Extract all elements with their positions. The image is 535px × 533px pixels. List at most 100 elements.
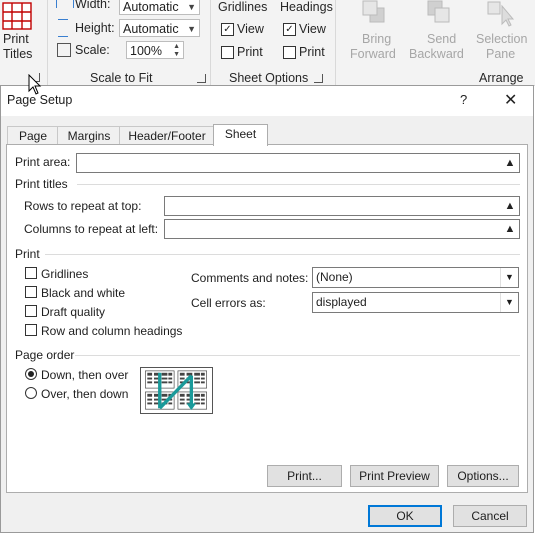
page-order-preview-image	[140, 367, 213, 414]
send-backward-label-2: Backward	[409, 47, 464, 61]
page-order-section-label: Page order	[15, 348, 75, 362]
draft-quality-checkbox-label[interactable]: Draft quality	[41, 305, 105, 319]
height-select[interactable]: Automatic ▼	[119, 19, 200, 37]
bring-forward-button[interactable]: Bring Forward	[345, 0, 405, 66]
options-button[interactable]: Options...	[447, 465, 519, 487]
ribbon-separator	[335, 0, 336, 85]
ok-button[interactable]: OK	[368, 505, 442, 527]
cell-errors-label: Cell errors as:	[191, 296, 266, 310]
cols-repeat-input[interactable]: ▲	[164, 219, 520, 239]
cell-errors-select[interactable]: displayed ▼	[312, 292, 519, 313]
collapse-dialog-icon[interactable]: ▲	[503, 222, 517, 236]
tab-page[interactable]: Page	[7, 126, 59, 145]
send-backward-button[interactable]: Send Backward	[407, 0, 472, 66]
mouse-cursor-icon	[28, 74, 42, 95]
print-titles-label-1: Print	[3, 32, 29, 46]
rows-repeat-label: Rows to repeat at top:	[24, 199, 142, 213]
gridlines-checkbox[interactable]	[25, 267, 37, 279]
row-col-headings-checkbox-label[interactable]: Row and column headings	[41, 324, 182, 338]
headings-view-label: View	[299, 22, 326, 36]
section-divider	[77, 184, 520, 185]
chevron-down-icon: ▼	[500, 268, 518, 287]
gridlines-view-checkbox[interactable]: ✓	[221, 23, 234, 36]
cell-errors-value: displayed	[316, 295, 367, 309]
scale-value: 100%	[130, 44, 162, 58]
comments-label: Comments and notes:	[191, 271, 309, 285]
width-select[interactable]: Automatic ▼	[119, 0, 200, 15]
selection-pane-button[interactable]: Selection Pane	[474, 0, 532, 66]
headings-view-checkbox[interactable]: ✓	[283, 23, 296, 36]
tab-header-footer[interactable]: Header/Footer	[119, 126, 215, 145]
ribbon-separator	[47, 0, 48, 85]
scale-to-fit-launcher-icon[interactable]	[197, 74, 206, 83]
print-button[interactable]: Print...	[267, 465, 342, 487]
collapse-dialog-icon[interactable]: ▲	[503, 199, 517, 213]
black-white-checkbox[interactable]	[25, 286, 37, 298]
tab-margins[interactable]: Margins	[57, 126, 121, 145]
print-section-label: Print	[15, 247, 40, 261]
gridlines-header: Gridlines	[218, 0, 268, 14]
print-area-input[interactable]: ▲	[76, 153, 520, 173]
chevron-down-icon: ▼	[187, 24, 196, 34]
print-area-label: Print area:	[15, 155, 71, 169]
cols-repeat-label: Columns to repeat at left:	[24, 222, 159, 236]
help-button[interactable]: ?	[460, 92, 467, 107]
down-then-over-radio[interactable]	[25, 368, 37, 380]
sheet-tab-panel: Print area: ▲ Print titles Rows to repea…	[6, 144, 528, 493]
width-label: Width:	[75, 0, 111, 11]
selection-pane-label-2: Pane	[486, 47, 516, 61]
headings-header: Headings	[280, 0, 333, 14]
row-col-headings-checkbox[interactable]	[25, 324, 37, 336]
gridlines-print-label: Print	[237, 45, 263, 59]
close-icon[interactable]: ✕	[504, 90, 517, 110]
sheet-options-launcher-icon[interactable]	[314, 74, 323, 83]
headings-print-label: Print	[299, 45, 325, 59]
selection-pane-icon	[487, 1, 515, 27]
dialog-titlebar[interactable]: Page Setup ? ✕	[1, 86, 533, 116]
section-divider	[75, 355, 520, 356]
rows-repeat-input[interactable]: ▲	[164, 196, 520, 216]
chevron-down-icon: ▼	[187, 2, 196, 12]
sheet-options-group-label: Sheet Options	[229, 71, 309, 85]
chevron-down-icon: ▼	[500, 293, 518, 312]
width-value: Automatic	[123, 0, 179, 14]
height-value: Automatic	[123, 22, 179, 36]
gridlines-checkbox-label[interactable]: Gridlines	[41, 267, 88, 281]
collapse-dialog-icon[interactable]: ▲	[503, 156, 517, 170]
scale-spinner[interactable]: 100% ▲ ▼	[126, 41, 184, 59]
bring-forward-icon	[362, 0, 385, 23]
bring-forward-label-1: Bring	[362, 32, 392, 46]
send-backward-label-1: Send	[427, 32, 457, 46]
draft-quality-checkbox[interactable]	[25, 305, 37, 317]
scale-label: Scale:	[75, 43, 110, 57]
print-titles-button[interactable]: Print Titles	[0, 0, 40, 72]
scale-icon	[57, 43, 71, 57]
over-then-down-radio[interactable]	[25, 387, 37, 399]
down-then-over-label[interactable]: Down, then over	[41, 368, 128, 382]
height-label: Height:	[75, 21, 115, 35]
headings-print-checkbox[interactable]	[283, 46, 296, 59]
send-backward-icon	[427, 0, 450, 23]
over-then-down-label[interactable]: Over, then down	[41, 387, 128, 401]
print-preview-button[interactable]: Print Preview	[350, 465, 439, 487]
scale-to-fit-group-label: Scale to Fit	[90, 71, 153, 85]
black-white-checkbox-label[interactable]: Black and white	[41, 286, 125, 300]
print-titles-icon	[2, 2, 32, 30]
comments-select[interactable]: (None) ▼	[312, 267, 519, 288]
selection-pane-label-1: Selection	[476, 32, 528, 46]
tab-sheet[interactable]: Sheet	[213, 124, 268, 146]
ribbon: Print Titles Width: Automatic ▼ Height: …	[0, 0, 535, 95]
ribbon-separator	[210, 0, 211, 85]
comments-value: (None)	[316, 270, 353, 284]
arrange-group-label: Arrange	[479, 71, 524, 85]
page-setup-dialog: Page Setup ? ✕ Page Margins Header/Foote…	[0, 85, 534, 533]
height-icon	[58, 19, 68, 37]
gridlines-view-label: View	[237, 22, 264, 36]
section-divider	[45, 254, 520, 255]
spinner-arrows-icon[interactable]: ▲ ▼	[173, 43, 180, 59]
cancel-button[interactable]: Cancel	[453, 505, 527, 527]
width-icon	[56, 0, 74, 8]
gridlines-print-checkbox[interactable]	[221, 46, 234, 59]
print-titles-section-label: Print titles	[15, 177, 68, 191]
bring-forward-label-2: Forward	[350, 47, 396, 61]
